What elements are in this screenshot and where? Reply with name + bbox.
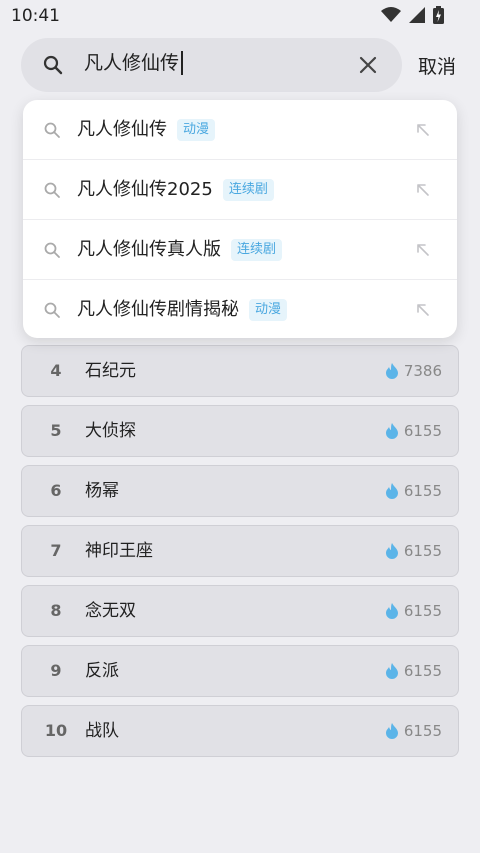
wifi-icon xyxy=(381,7,401,22)
rank-number: 7 xyxy=(50,541,62,560)
fill-query-arrow-icon[interactable] xyxy=(415,242,431,258)
search-icon xyxy=(44,302,60,318)
ranking-row[interactable]: 4 石纪元 7386 xyxy=(21,345,459,397)
signal-icon xyxy=(409,7,425,23)
flame-icon xyxy=(385,423,398,439)
suggestion-text-wrap: 凡人修仙传 动漫 xyxy=(77,100,216,160)
suggestion-item[interactable]: 凡人修仙传2025 连续剧 xyxy=(23,159,457,220)
search-query[interactable]: 凡人修仙传 xyxy=(84,51,184,75)
suggestion-text: 凡人修仙传剧情揭秘 xyxy=(77,299,239,320)
flame-icon xyxy=(385,543,398,559)
rank-title: 大侦探 xyxy=(85,421,136,441)
search-icon xyxy=(43,55,63,75)
heat-number: 6155 xyxy=(403,482,442,500)
heat-number: 7386 xyxy=(403,362,442,380)
flame-icon xyxy=(385,483,398,499)
rank-title: 战队 xyxy=(85,721,119,741)
suggestion-dropdown: 凡人修仙传 动漫 凡人修仙传2025 连续剧 凡人修仙传真人版 连续剧 凡人修仙传剧情… xyxy=(23,100,457,338)
rank-number: 9 xyxy=(50,661,62,680)
status-icons xyxy=(381,6,444,24)
category-tag: 连续剧 xyxy=(231,239,283,261)
rank-number: 8 xyxy=(50,601,62,620)
heat-value: 7386 xyxy=(385,346,442,396)
fill-query-arrow-icon[interactable] xyxy=(415,182,431,198)
fill-query-arrow-icon[interactable] xyxy=(415,122,431,138)
rank-number: 6 xyxy=(50,481,62,500)
heat-number: 6155 xyxy=(403,602,442,620)
search-icon xyxy=(44,122,60,138)
rank-number: 10 xyxy=(44,721,68,740)
suggestion-item[interactable]: 凡人修仙传剧情揭秘 动漫 xyxy=(23,279,457,340)
rank-title: 反派 xyxy=(85,661,119,681)
battery-icon xyxy=(433,6,444,24)
search-input[interactable]: 凡人修仙传 xyxy=(21,38,402,92)
status-time: 10:41 xyxy=(11,6,60,26)
heat-value: 6155 xyxy=(385,706,442,756)
status-bar: 10:41 xyxy=(0,0,480,32)
flame-icon xyxy=(385,603,398,619)
ranking-row[interactable]: 6 杨幂 6155 xyxy=(21,465,459,517)
suggestion-text: 凡人修仙传 xyxy=(77,119,167,140)
flame-icon xyxy=(385,663,398,679)
category-tag: 动漫 xyxy=(249,299,288,321)
heat-number: 6155 xyxy=(403,722,442,740)
heat-number: 6155 xyxy=(403,662,442,680)
clear-icon[interactable] xyxy=(357,54,379,76)
category-tag: 动漫 xyxy=(177,119,216,141)
category-tag: 连续剧 xyxy=(222,179,274,201)
ranking-row[interactable]: 8 念无双 6155 xyxy=(21,585,459,637)
heat-number: 6155 xyxy=(403,542,442,560)
fill-query-arrow-icon[interactable] xyxy=(415,302,431,318)
heat-value: 6155 xyxy=(385,406,442,456)
rank-number: 4 xyxy=(50,361,62,380)
ranking-row[interactable]: 5 大侦探 6155 xyxy=(21,405,459,457)
heat-value: 6155 xyxy=(385,526,442,576)
suggestion-item[interactable]: 凡人修仙传 动漫 xyxy=(23,100,457,160)
ranking-row[interactable]: 7 神印王座 6155 xyxy=(21,525,459,577)
suggestion-text: 凡人修仙传真人版 xyxy=(77,239,221,260)
heat-value: 6155 xyxy=(385,586,442,636)
heat-value: 6155 xyxy=(385,466,442,516)
search-icon xyxy=(44,182,60,198)
suggestion-text-wrap: 凡人修仙传2025 连续剧 xyxy=(77,160,274,220)
suggestion-text-wrap: 凡人修仙传真人版 连续剧 xyxy=(77,220,283,280)
flame-icon xyxy=(385,363,398,379)
ranking-row[interactable]: 10 战队 6155 xyxy=(21,705,459,757)
search-icon xyxy=(44,242,60,258)
heat-value: 6155 xyxy=(385,646,442,696)
heat-number: 6155 xyxy=(403,422,442,440)
rank-title: 石纪元 xyxy=(85,361,136,381)
suggestion-item[interactable]: 凡人修仙传真人版 连续剧 xyxy=(23,219,457,280)
suggestion-text: 凡人修仙传2025 xyxy=(77,179,213,200)
rank-title: 神印王座 xyxy=(85,541,153,561)
rank-number: 5 xyxy=(50,421,62,440)
rank-title: 杨幂 xyxy=(85,481,119,501)
ranking-row[interactable]: 9 反派 6155 xyxy=(21,645,459,697)
flame-icon xyxy=(385,723,398,739)
search-row: 凡人修仙传 xyxy=(0,38,480,92)
suggestion-text-wrap: 凡人修仙传剧情揭秘 动漫 xyxy=(77,280,288,340)
cancel-button[interactable]: 取消 xyxy=(418,52,456,79)
rank-title: 念无双 xyxy=(85,601,136,621)
